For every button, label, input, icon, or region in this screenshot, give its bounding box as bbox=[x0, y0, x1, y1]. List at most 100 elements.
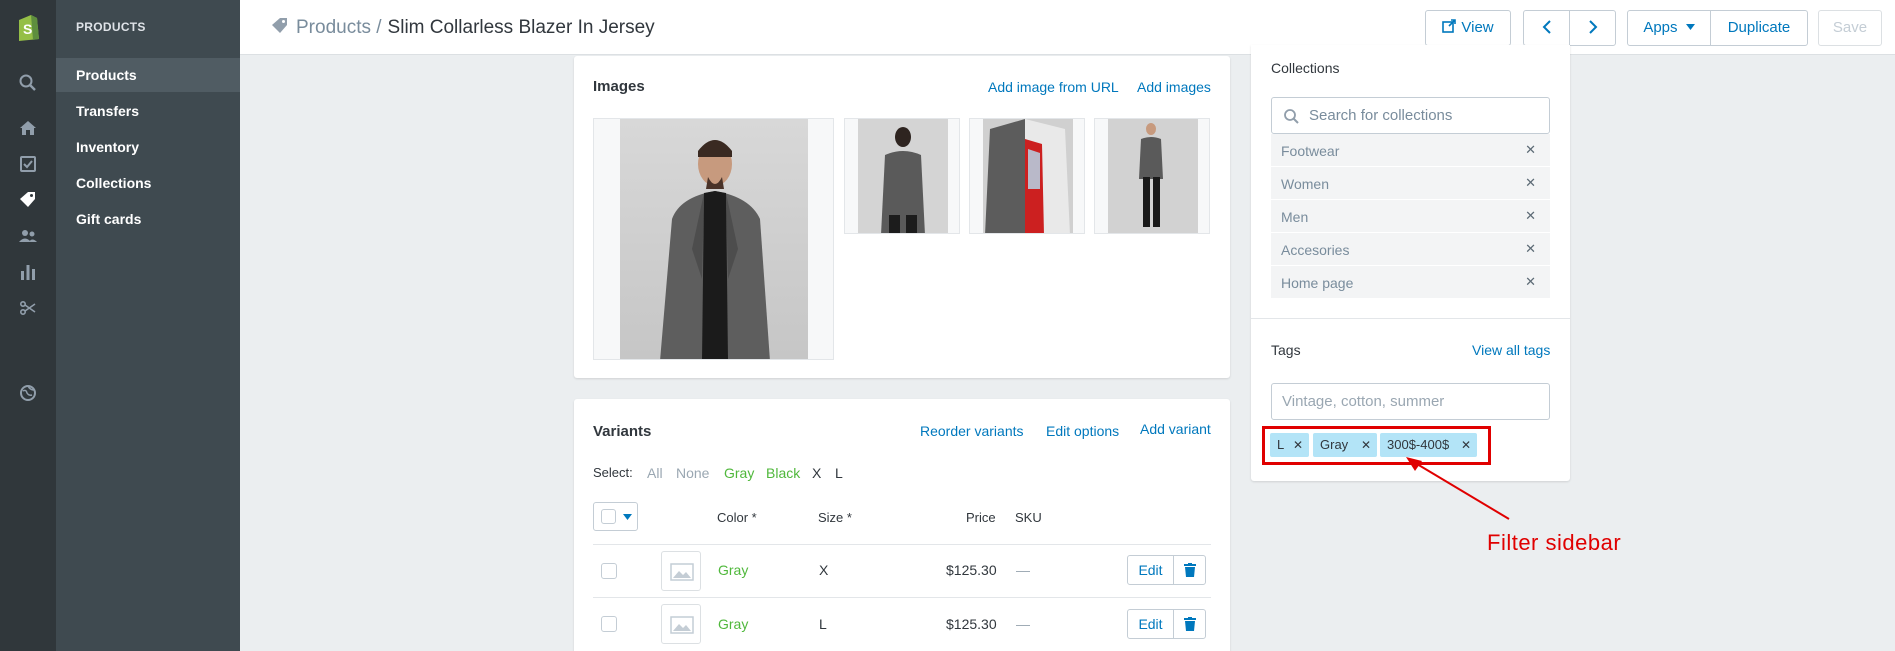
subnav-item-gift-cards[interactable]: Gift cards bbox=[56, 202, 240, 236]
subnav-item-products[interactable]: Products bbox=[56, 58, 240, 92]
add-images-link[interactable]: Add images bbox=[1137, 79, 1211, 95]
shopify-logo-icon[interactable]: S bbox=[14, 12, 42, 42]
collection-label: Footwear bbox=[1281, 143, 1340, 159]
remove-collection-icon[interactable]: ✕ bbox=[1525, 241, 1536, 257]
product-image-lining[interactable] bbox=[969, 118, 1085, 234]
collection-item: Men ✕ bbox=[1271, 200, 1550, 233]
edit-options-link[interactable]: Edit options bbox=[1046, 423, 1119, 439]
save-button[interactable]: Save bbox=[1818, 10, 1882, 46]
duplicate-button[interactable]: Duplicate bbox=[1710, 10, 1808, 46]
remove-collection-icon[interactable]: ✕ bbox=[1525, 175, 1536, 191]
variant-price: $125.30 bbox=[946, 562, 997, 578]
reorder-variants-link[interactable]: Reorder variants bbox=[920, 423, 1024, 439]
subnav-item-inventory[interactable]: Inventory bbox=[56, 130, 240, 164]
home-icon[interactable] bbox=[18, 118, 38, 138]
collection-label: Women bbox=[1281, 176, 1329, 192]
search-icon[interactable] bbox=[18, 73, 38, 93]
svg-text:S: S bbox=[23, 21, 32, 37]
page-title: Slim Collarless Blazer In Jersey bbox=[387, 17, 655, 38]
app-rail: S bbox=[0, 0, 56, 651]
variants-card-title: Variants bbox=[593, 423, 652, 440]
remove-collection-icon[interactable]: ✕ bbox=[1525, 274, 1536, 290]
breadcrumb-products-link[interactable]: Products bbox=[296, 17, 371, 38]
tag-icon[interactable] bbox=[18, 190, 38, 210]
select-gray-link[interactable]: Gray bbox=[724, 465, 754, 481]
breadcrumb-separator: / bbox=[376, 17, 382, 38]
marketing-icon[interactable] bbox=[18, 298, 38, 318]
add-image-from-url-link[interactable]: Add image from URL bbox=[988, 79, 1119, 95]
caret-down-icon bbox=[1685, 24, 1695, 30]
search-icon bbox=[1284, 109, 1299, 124]
section-divider bbox=[1251, 318, 1570, 319]
variant-row-checkbox[interactable] bbox=[601, 616, 617, 632]
tag-icon bbox=[272, 18, 287, 33]
variant-sku: — bbox=[1016, 562, 1030, 578]
delete-variant-button[interactable] bbox=[1173, 609, 1206, 639]
variant-size: L bbox=[819, 616, 827, 632]
edit-variant-button[interactable]: Edit bbox=[1127, 555, 1174, 585]
online-store-icon[interactable] bbox=[18, 383, 38, 403]
analytics-icon[interactable] bbox=[18, 262, 38, 282]
variant-image-placeholder[interactable] bbox=[661, 604, 701, 644]
collection-item: Footwear ✕ bbox=[1271, 134, 1550, 167]
size-column-header: Size * bbox=[818, 510, 852, 525]
price-column-header: Price bbox=[966, 510, 996, 525]
blazer-lining-photo bbox=[983, 119, 1073, 233]
apps-dropdown-button[interactable]: Apps bbox=[1627, 10, 1711, 46]
collection-label: Accesories bbox=[1281, 242, 1350, 258]
annotation-arrow-icon bbox=[1406, 457, 1510, 520]
apps-button-label: Apps bbox=[1643, 19, 1678, 36]
add-variant-link[interactable]: Add variant bbox=[1140, 421, 1211, 437]
collection-item: Women ✕ bbox=[1271, 167, 1550, 200]
tags-placeholder: Vintage, cotton, summer bbox=[1282, 393, 1445, 410]
remove-collection-icon[interactable]: ✕ bbox=[1525, 142, 1536, 158]
collection-label: Men bbox=[1281, 209, 1309, 225]
orders-icon[interactable] bbox=[18, 154, 38, 174]
bulk-select-dropdown[interactable] bbox=[593, 502, 638, 531]
variant-color[interactable]: Gray bbox=[718, 616, 748, 632]
collection-label: Home page bbox=[1281, 275, 1354, 291]
view-all-tags-link[interactable]: View all tags bbox=[1472, 342, 1550, 358]
variant-sku: — bbox=[1016, 616, 1030, 632]
image-placeholder-icon bbox=[670, 563, 694, 581]
collections-title: Collections bbox=[1271, 60, 1340, 76]
tags-title: Tags bbox=[1271, 342, 1301, 358]
annotation-label: Filter sidebar bbox=[1487, 530, 1622, 555]
select-all-link[interactable]: All bbox=[647, 465, 663, 481]
breadcrumb: Products / Slim Collarless Blazer In Jers… bbox=[270, 16, 655, 39]
subnav-heading: PRODUCTS bbox=[76, 20, 146, 34]
product-image-full-body[interactable] bbox=[1094, 118, 1210, 234]
sku-column-header: SKU bbox=[1015, 510, 1042, 525]
delete-variant-button[interactable] bbox=[1173, 555, 1206, 585]
subnav-item-collections[interactable]: Collections bbox=[56, 166, 240, 200]
previous-product-button[interactable] bbox=[1523, 10, 1570, 46]
remove-collection-icon[interactable]: ✕ bbox=[1525, 208, 1536, 224]
man-full-body-photo bbox=[1108, 119, 1198, 233]
variant-price: $125.30 bbox=[946, 616, 997, 632]
edit-variant-button[interactable]: Edit bbox=[1127, 609, 1174, 639]
view-button[interactable]: View bbox=[1425, 10, 1511, 46]
customers-icon[interactable] bbox=[18, 226, 38, 246]
select-none-link[interactable]: None bbox=[676, 465, 709, 481]
products-subnav: PRODUCTS Products Transfers Inventory Co… bbox=[56, 0, 240, 651]
caret-down-icon bbox=[623, 514, 632, 520]
trash-icon bbox=[1183, 563, 1196, 577]
collections-search-input[interactable]: Search for collections bbox=[1271, 97, 1550, 134]
view-button-label: View bbox=[1461, 19, 1494, 36]
chevron-left-icon bbox=[1542, 20, 1551, 34]
next-product-button[interactable] bbox=[1569, 10, 1616, 46]
variant-row-checkbox[interactable] bbox=[601, 563, 617, 579]
product-image-back[interactable] bbox=[844, 118, 960, 234]
select-black-link[interactable]: Black bbox=[766, 465, 800, 481]
tags-input[interactable]: Vintage, cotton, summer bbox=[1271, 383, 1550, 420]
select-x-link[interactable]: X bbox=[812, 465, 821, 481]
variant-color[interactable]: Gray bbox=[718, 562, 748, 578]
subnav-item-transfers[interactable]: Transfers bbox=[56, 94, 240, 128]
product-image-main[interactable] bbox=[593, 118, 834, 360]
select-l-link[interactable]: L bbox=[835, 465, 843, 481]
color-column-header: Color * bbox=[717, 510, 757, 525]
images-card-title: Images bbox=[593, 78, 645, 95]
variant-image-placeholder[interactable] bbox=[661, 551, 701, 591]
bulk-select-checkbox[interactable] bbox=[601, 509, 616, 524]
man-in-blazer-photo bbox=[660, 140, 770, 359]
